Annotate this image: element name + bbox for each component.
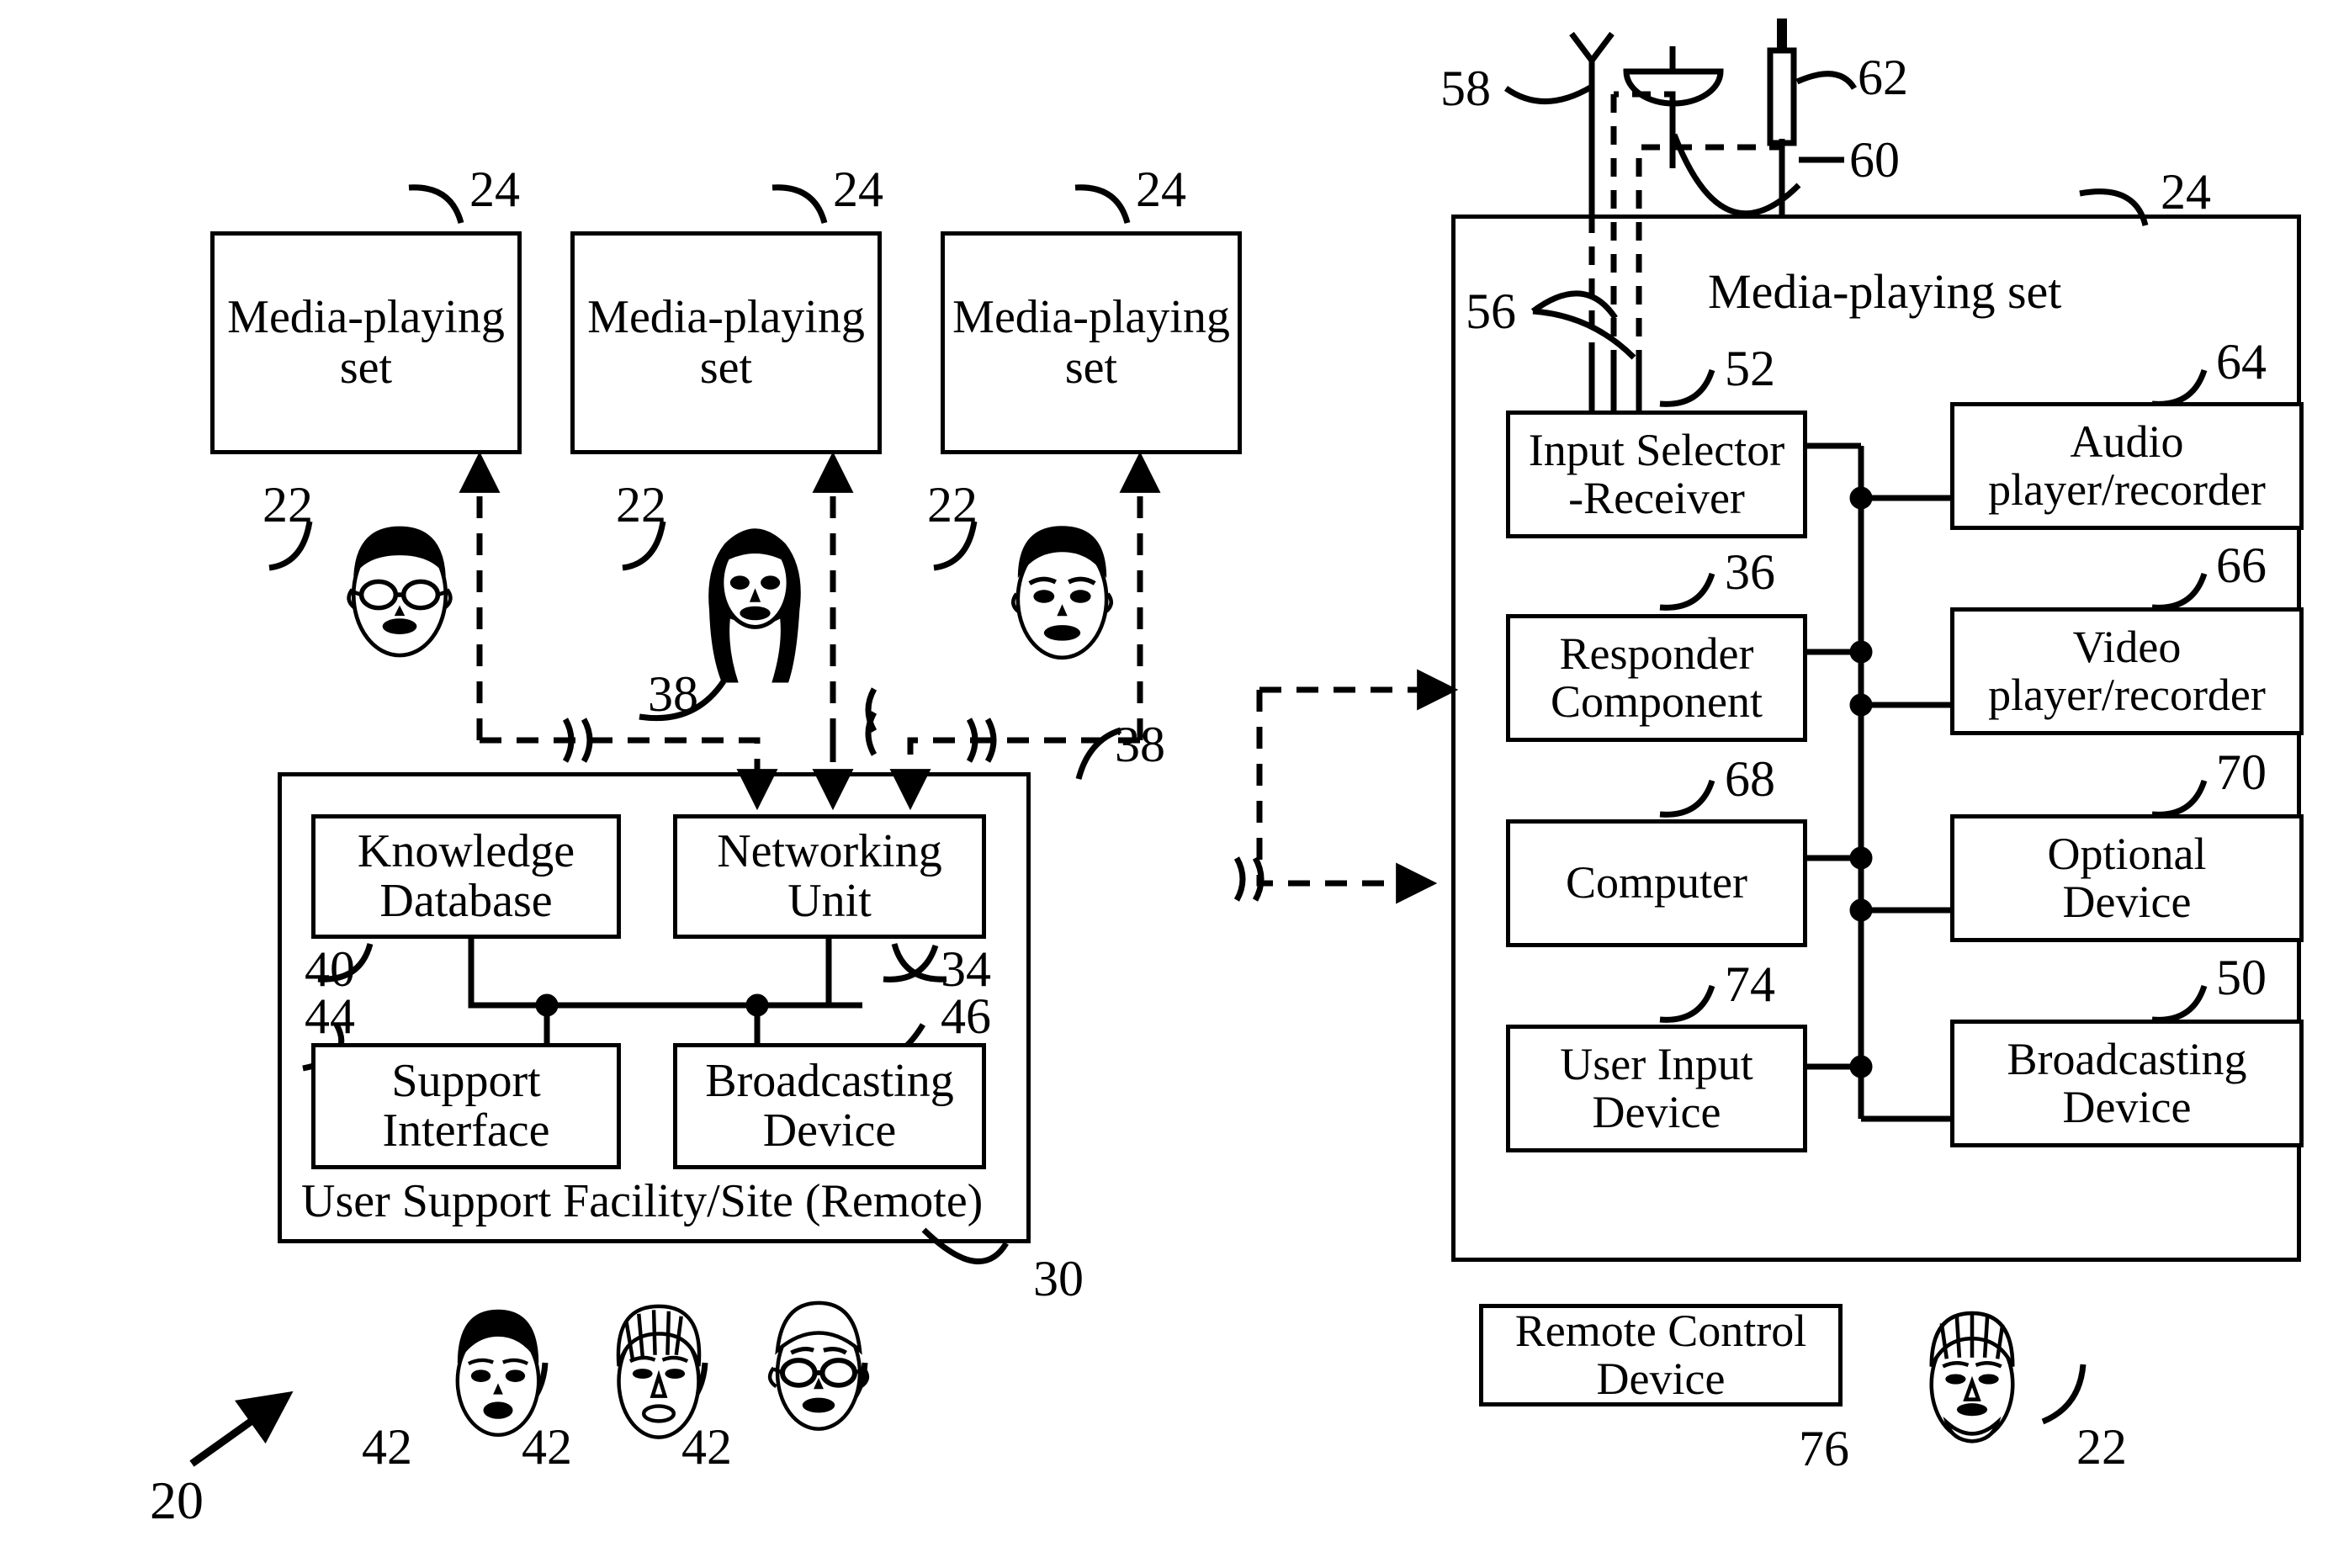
user-face-icon-2 bbox=[708, 528, 801, 683]
ref-22-user3: 22 bbox=[927, 477, 978, 532]
ref-38-link2: 38 bbox=[1115, 717, 1165, 772]
ref-76: 76 bbox=[1799, 1421, 1849, 1476]
ref-58-antenna: 58 bbox=[1440, 61, 1491, 116]
broadcasting-device-left-label: Broadcasting Device bbox=[705, 1054, 954, 1157]
user-input-device-label: User Input Device bbox=[1560, 1038, 1753, 1137]
input-selector-receiver-label: Input Selector -Receiver bbox=[1528, 424, 1785, 523]
optional-device-label: Optional Device bbox=[2047, 828, 2207, 927]
system-reference-arrow bbox=[189, 1391, 294, 1467]
ref-22-user1: 22 bbox=[262, 477, 313, 532]
ref-70: 70 bbox=[2216, 744, 2267, 800]
media-playing-set-2-label: Media-playing set bbox=[587, 291, 865, 394]
media-playing-set-detail-title: Media-playing set bbox=[1708, 264, 2062, 319]
ref-40: 40 bbox=[305, 941, 355, 997]
media-playing-set-3-label: Media-playing set bbox=[952, 291, 1230, 394]
support-interface-box[interactable]: Support Interface bbox=[311, 1043, 621, 1169]
ref-56-inputs: 56 bbox=[1466, 283, 1516, 339]
ref-62-cable: 62 bbox=[1858, 50, 1908, 105]
dipole-antenna-icon bbox=[1569, 31, 1615, 215]
networking-unit-label: Networking Unit bbox=[717, 824, 942, 927]
ref-34: 34 bbox=[941, 941, 991, 997]
networking-unit-box[interactable]: Networking Unit bbox=[673, 814, 986, 939]
broadcasting-device-right-label: Broadcasting Device bbox=[2007, 1033, 2247, 1132]
user-face-icon-1 bbox=[347, 526, 453, 658]
media-playing-set-1[interactable]: Media-playing set bbox=[210, 231, 522, 454]
input-selector-receiver-box[interactable]: Input Selector -Receiver bbox=[1506, 411, 1807, 538]
media-playing-set-3[interactable]: Media-playing set bbox=[941, 231, 1242, 454]
broadcasting-device-box-right[interactable]: Broadcasting Device bbox=[1950, 1020, 2304, 1147]
audio-player-recorder-box[interactable]: Audio player/recorder bbox=[1950, 402, 2304, 530]
broadcasting-device-box-left[interactable]: Broadcasting Device bbox=[673, 1043, 986, 1169]
ref-42-staff3: 42 bbox=[681, 1419, 732, 1475]
facility-caption: User Support Facility/Site (Remote) bbox=[301, 1175, 984, 1227]
media-playing-set-1-label: Media-playing set bbox=[227, 291, 505, 394]
ref-44: 44 bbox=[305, 988, 355, 1044]
ref-22-viewer: 22 bbox=[2076, 1419, 2127, 1475]
ref-24-set2: 24 bbox=[833, 162, 883, 217]
ref-24-detail: 24 bbox=[2161, 164, 2211, 220]
knowledge-database-label: Knowledge Database bbox=[357, 824, 575, 927]
ref-20-system: 20 bbox=[150, 1470, 204, 1530]
ref-42-staff2: 42 bbox=[522, 1419, 572, 1475]
computer-label: Computer bbox=[1566, 857, 1747, 908]
responder-component-label: Responder Component bbox=[1551, 628, 1763, 727]
ref-22-user2: 22 bbox=[616, 477, 666, 532]
support-face-icon-3 bbox=[767, 1300, 870, 1431]
ref-74: 74 bbox=[1725, 956, 1775, 1012]
remote-control-device-box[interactable]: Remote Control Device bbox=[1479, 1304, 1843, 1406]
patent-figure: Media-playing set Media-playing set Medi… bbox=[0, 0, 2349, 1568]
responder-component-box[interactable]: Responder Component bbox=[1506, 614, 1807, 742]
video-player-recorder-label: Video player/recorder bbox=[1988, 621, 2266, 720]
ref-46: 46 bbox=[941, 988, 991, 1044]
ref-64: 64 bbox=[2216, 334, 2267, 389]
ref-36: 36 bbox=[1725, 544, 1775, 600]
ref-42-staff1: 42 bbox=[362, 1419, 412, 1475]
ref-60-dish: 60 bbox=[1849, 132, 1900, 188]
cable-connector-icon bbox=[1767, 19, 1797, 219]
link-rightset-to-facility bbox=[1256, 669, 1459, 904]
ref-30: 30 bbox=[1033, 1251, 1084, 1306]
audio-player-recorder-label: Audio player/recorder bbox=[1988, 416, 2266, 515]
user-input-device-box[interactable]: User Input Device bbox=[1506, 1025, 1807, 1152]
ref-66: 66 bbox=[2216, 538, 2267, 593]
ref-50: 50 bbox=[2216, 950, 2267, 1005]
optional-device-box[interactable]: Optional Device bbox=[1950, 814, 2304, 942]
video-player-recorder-box[interactable]: Video player/recorder bbox=[1950, 607, 2304, 735]
media-playing-set-2[interactable]: Media-playing set bbox=[570, 231, 882, 454]
knowledge-database-box[interactable]: Knowledge Database bbox=[311, 814, 621, 939]
viewer-face-icon bbox=[1929, 1311, 2015, 1444]
remote-control-device-label: Remote Control Device bbox=[1514, 1305, 1807, 1404]
ref-24-set3: 24 bbox=[1136, 162, 1186, 217]
support-interface-label: Support Interface bbox=[382, 1054, 550, 1157]
user-face-icon-3 bbox=[1011, 526, 1113, 660]
ref-24-set1: 24 bbox=[469, 162, 520, 217]
ref-68: 68 bbox=[1725, 751, 1775, 807]
computer-box[interactable]: Computer bbox=[1506, 819, 1807, 947]
ref-52: 52 bbox=[1725, 341, 1775, 396]
ref-38-link1: 38 bbox=[648, 666, 698, 722]
